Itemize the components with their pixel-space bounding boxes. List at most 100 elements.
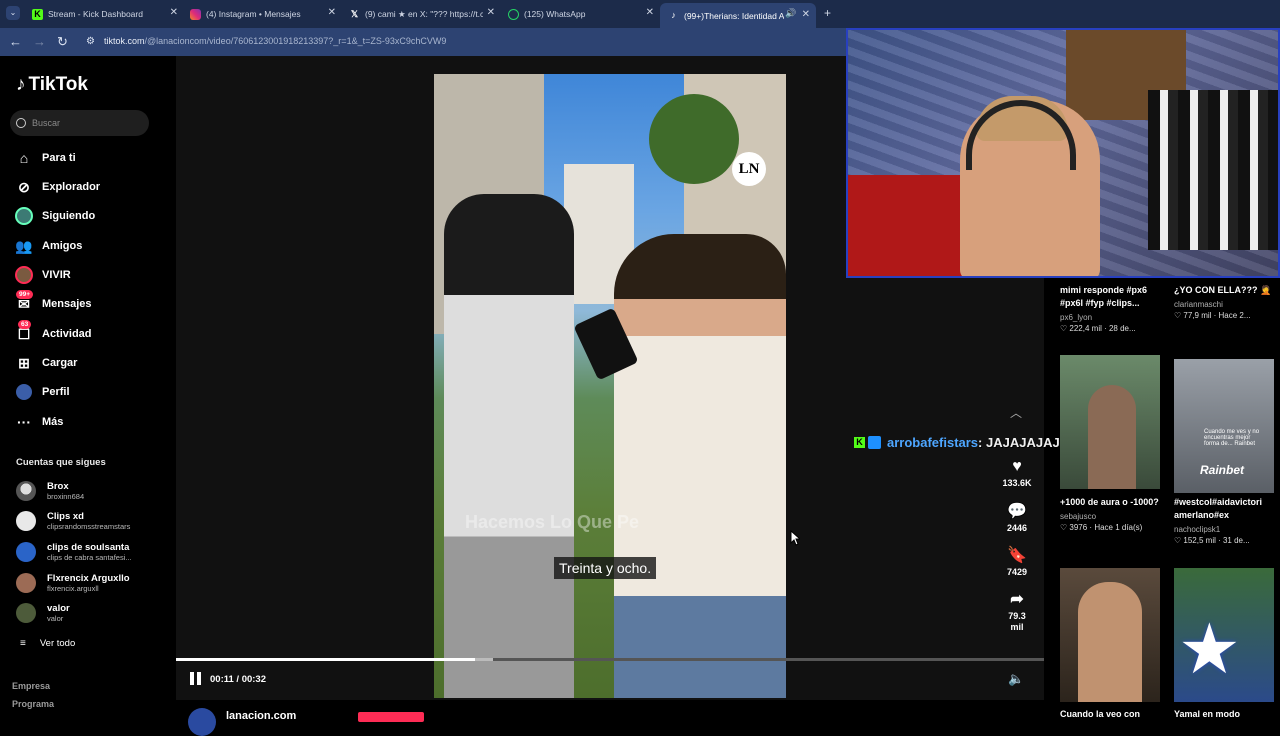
thumbnail-person: [1088, 385, 1136, 489]
feed-date: 31 de...: [1222, 536, 1250, 545]
feed-stats: ♡ 77,9 mil · Hace 2...: [1174, 311, 1251, 320]
close-icon[interactable]: ✕: [487, 7, 495, 18]
sidebar-item-label: Actividad: [42, 328, 92, 340]
chevron-up-icon[interactable]: ︿: [1010, 404, 1022, 421]
video-frame[interactable]: LN Hacemos Lo Que Pe Treinta y ocho.: [434, 74, 786, 698]
webcam-clothes-rack: [1148, 90, 1278, 250]
sidebar-item-perfil[interactable]: Perfil: [14, 380, 70, 404]
account-handle: valor: [47, 614, 64, 623]
messages-badge: 99+: [16, 290, 34, 299]
video-timecode: 00:11 / 00:32: [210, 674, 266, 685]
close-icon[interactable]: ✕: [170, 7, 178, 18]
volume-icon[interactable]: 🔈: [1008, 671, 1026, 687]
sidebar-item-actividad[interactable]: ☐ 63 Actividad: [14, 320, 92, 346]
sidebar-item-mas[interactable]: ··· Más: [14, 410, 63, 434]
search-input[interactable]: Buscar: [10, 110, 149, 136]
speaker-icon[interactable]: 🔊: [785, 8, 796, 19]
sidebar-item-amigos[interactable]: 👥 Amigos: [14, 234, 82, 258]
feed-date: Hace 2...: [1218, 311, 1251, 320]
thumbnail-person: [1078, 582, 1142, 702]
feed-card[interactable]: +1000 de aura o -1000? sebajusco ♡ 3976 …: [1060, 496, 1162, 532]
tab-title: Stream - Kick Dashboard: [48, 9, 143, 19]
feed-card[interactable]: ¿YO CON ELLA??? 🤦 clarianmaschi ♡ 77,9 m…: [1174, 284, 1276, 320]
forward-arrow-icon[interactable]: →: [33, 34, 46, 49]
sidebar-item-para-ti[interactable]: ⌂ Para ti: [14, 146, 76, 170]
followed-account[interactable]: clips de soulsanta clips de cabra santafe…: [16, 539, 132, 565]
followed-account[interactable]: Clips xd clipsrandomsstreamstars: [16, 508, 130, 534]
tab-whatsapp[interactable]: (125) WhatsApp ✕: [508, 4, 654, 24]
site-info-icon[interactable]: ⚙: [86, 36, 95, 47]
feed-card[interactable]: Cuando la veo con: [1060, 708, 1162, 721]
feed-title: Yamal en modo: [1174, 709, 1241, 719]
avatar[interactable]: [188, 708, 216, 736]
feed-thumbnail[interactable]: [1060, 355, 1160, 489]
avatar: [16, 511, 36, 531]
sidebar-item-mensajes[interactable]: ✉ 99+ Mensajes: [14, 290, 92, 316]
video-subtitle: Treinta y ocho.: [554, 557, 657, 579]
tab-title: (4) Instagram • Mensajes: [206, 9, 301, 19]
sidebar-item-cargar[interactable]: ⊞ Cargar: [14, 351, 77, 375]
feed-thumbnail[interactable]: ★: [1174, 568, 1274, 702]
whatsapp-icon: [508, 8, 519, 20]
feed-views: 77,9 mil: [1183, 311, 1212, 320]
footer-link-programa[interactable]: Programa: [12, 699, 54, 709]
feed-thumbnail[interactable]: Cuando me ves y no encuentras mejor form…: [1174, 359, 1274, 493]
comment-action[interactable]: 💬 2446: [996, 501, 1038, 533]
followed-account[interactable]: Flxrencix Arguxllo flxrencix.arguxll: [16, 570, 130, 596]
activity-icon: ☐ 63: [17, 320, 32, 342]
tiktok-logo[interactable]: ♪ TikTok: [16, 74, 88, 96]
star-logo-icon: ★: [1178, 610, 1241, 688]
following-icon: [14, 206, 34, 226]
tab-kick[interactable]: K Stream - Kick Dashboard ✕: [32, 4, 178, 24]
search-placeholder: Buscar: [32, 118, 61, 128]
author-name[interactable]: lanacion.com: [226, 710, 296, 722]
tab-instagram[interactable]: (4) Instagram • Mensajes ✕: [190, 4, 336, 24]
feed-author: px6_lyon: [1060, 313, 1093, 322]
rainbet-logo: Rainbet: [1200, 463, 1245, 477]
sidebar-item-label: Para ti: [42, 152, 76, 164]
feed-card[interactable]: mimi responde #px6 #px6l #fyp #clips... …: [1060, 284, 1162, 333]
tab-list-button[interactable]: ⌄: [6, 6, 20, 20]
kick-badge-icon: K: [854, 436, 865, 448]
feed-card[interactable]: Yamal en modo: [1174, 708, 1276, 721]
person-left: [444, 194, 574, 698]
sidebar-item-label: Mensajes: [42, 298, 92, 310]
feed-card[interactable]: #westcol#aidavictori amerlano#ex nachocl…: [1174, 496, 1276, 545]
avatar: [16, 481, 36, 501]
footer-link-empresa[interactable]: Empresa: [12, 681, 50, 691]
back-arrow-icon[interactable]: ←: [9, 34, 22, 49]
new-tab-button[interactable]: +: [824, 6, 831, 20]
save-count: 7429: [1006, 567, 1028, 577]
chat-separator: :: [978, 434, 986, 450]
close-icon[interactable]: ✕: [328, 7, 336, 18]
account-handle: broxinn684: [47, 492, 85, 501]
feed-thumbnail[interactable]: [1060, 568, 1160, 702]
sidebar-item-label: Siguiendo: [42, 210, 96, 222]
share-action[interactable]: ➦ 79.3 mil: [996, 589, 1038, 633]
url-field[interactable]: tiktok.com/@lanacioncom/video/7606123001…: [104, 36, 446, 46]
tiktok-note-icon: ♪: [16, 74, 26, 95]
feed-title: #westcol#aidavictori amerlano#ex: [1174, 497, 1263, 520]
see-all-button[interactable]: ≡ Ver todo: [20, 638, 75, 649]
like-action[interactable]: ♥ 133.6K: [996, 456, 1038, 488]
tab-x[interactable]: 𝕏 (9) cami ★ en X: "??? https://t.c ✕: [349, 4, 495, 24]
pause-button[interactable]: [190, 672, 204, 686]
avatar: [16, 603, 36, 623]
close-icon[interactable]: ✕: [802, 9, 810, 20]
close-icon[interactable]: ✕: [646, 7, 654, 18]
account-name: Brox: [47, 481, 69, 492]
followed-account[interactable]: Brox broxinn684: [16, 478, 84, 504]
followed-account[interactable]: valor valor: [16, 600, 70, 626]
profile-icon: [14, 382, 34, 402]
save-action[interactable]: 🔖 7429: [996, 545, 1038, 577]
sidebar-item-vivir[interactable]: VIVIR: [14, 263, 71, 287]
sidebar-item-siguiendo[interactable]: Siguiendo: [14, 204, 95, 228]
video-watermark: Hacemos Lo Que Pe: [465, 512, 640, 532]
follow-button[interactable]: [358, 712, 424, 722]
sidebar-item-explorador[interactable]: ⊘ Explorador: [14, 175, 100, 199]
reload-icon[interactable]: ↻: [57, 34, 68, 50]
feed-author: sebajusco: [1060, 512, 1097, 521]
tab-tiktok[interactable]: ♪ (99+)Therians: Identidad A 🔊 ✕: [660, 3, 816, 28]
feed-title: Cuando la veo con: [1060, 709, 1141, 719]
instagram-icon: [190, 8, 201, 20]
